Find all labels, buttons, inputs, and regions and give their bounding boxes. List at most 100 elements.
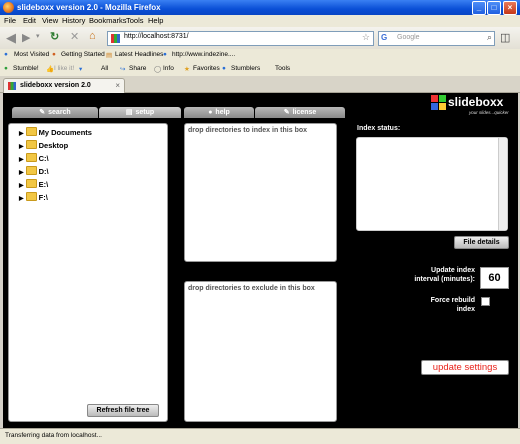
update-interval-label-line2: interval (minutes): bbox=[414, 276, 475, 283]
status-bar: Transferring data from localhost... bbox=[0, 428, 520, 444]
status-text: Transferring data from localhost... bbox=[5, 432, 102, 439]
folder-icon bbox=[25, 153, 37, 162]
like-button[interactable]: I like it! bbox=[54, 65, 74, 72]
menu-view[interactable]: View bbox=[42, 16, 58, 25]
key-icon: ✎ bbox=[283, 109, 290, 116]
folder-icon bbox=[25, 179, 37, 188]
logo-squares-icon bbox=[431, 95, 446, 110]
file-details-button[interactable]: File details bbox=[454, 236, 509, 249]
logo-tagline: your slides...quicker bbox=[469, 110, 509, 115]
search-placeholder: Google bbox=[397, 34, 420, 41]
menu-help[interactable]: Help bbox=[148, 16, 163, 25]
info-icon: ◯ bbox=[154, 66, 162, 73]
menu-bookmarks[interactable]: Bookmarks bbox=[89, 16, 127, 25]
stumbleupon-toolbar: ● Stumble! 👍 I like it! ▾ All ↪ Share ◯ … bbox=[0, 62, 520, 77]
share-icon: ↪ bbox=[120, 66, 126, 73]
stop-icon[interactable]: ✕ bbox=[70, 30, 79, 43]
toolbar-menu-icon[interactable]: ◫ bbox=[500, 31, 510, 44]
stumble-button[interactable]: Stumble! bbox=[13, 65, 39, 72]
tab-close-icon[interactable]: × bbox=[115, 81, 120, 90]
menu-file[interactable]: File bbox=[4, 16, 16, 25]
tree-item-d-drive[interactable]: ▶ D:\ bbox=[19, 166, 49, 176]
menu-history[interactable]: History bbox=[62, 16, 85, 25]
scrollbar[interactable] bbox=[498, 138, 507, 230]
tree-item-c-drive[interactable]: ▶ C:\ bbox=[19, 153, 49, 163]
favorites-button[interactable]: Favorites bbox=[193, 65, 220, 72]
favorites-icon: ★ bbox=[184, 66, 190, 73]
search-icon[interactable]: ⌕ bbox=[487, 32, 492, 43]
title-bar: slideboxx version 2.0 - Mozilla Firefox … bbox=[0, 0, 520, 15]
expand-arrow-icon[interactable]: ▶ bbox=[19, 144, 24, 150]
tree-item-e-drive[interactable]: ▶ E:\ bbox=[19, 179, 48, 189]
thumbs-up-icon: 👍 bbox=[46, 66, 55, 73]
bookmark-indezine[interactable]: http://www.indezine.... bbox=[172, 51, 235, 58]
bookmark-star-icon[interactable]: ☆ bbox=[362, 32, 370, 43]
tree-item-desktop[interactable]: ▶ Desktop bbox=[19, 140, 68, 150]
history-dropdown-icon[interactable]: ▾ bbox=[36, 32, 40, 40]
menu-tools[interactable]: Tools bbox=[126, 16, 144, 25]
bookmark-getting-started[interactable]: Getting Started bbox=[61, 51, 105, 58]
include-directories-dropzone[interactable]: drop directories to index in this box bbox=[184, 123, 337, 262]
bookmark-icon: ● bbox=[52, 51, 56, 58]
back-arrow-icon[interactable]: ◀ bbox=[6, 30, 16, 46]
stumble-icon: ● bbox=[4, 65, 8, 72]
update-interval-label: Update index bbox=[431, 267, 475, 274]
expand-arrow-icon[interactable]: ▶ bbox=[19, 157, 24, 163]
rss-icon: ▤ bbox=[106, 52, 113, 59]
window-title: slideboxx version 2.0 - Mozilla Firefox bbox=[17, 3, 161, 12]
info-button[interactable]: Info bbox=[163, 65, 174, 72]
google-icon: G bbox=[381, 33, 388, 42]
bookmark-latest-headlines[interactable]: Latest Headlines bbox=[115, 51, 163, 58]
tab-search[interactable]: ✎ search bbox=[12, 107, 98, 118]
tab-favicon bbox=[8, 82, 16, 90]
maximize-button[interactable]: □ bbox=[487, 1, 501, 15]
index-status-box[interactable] bbox=[356, 137, 508, 231]
bookmarks-toolbar: ● Most Visited ● Getting Started ▤ Lates… bbox=[0, 49, 520, 63]
stumblers-button[interactable]: Stumblers bbox=[231, 65, 260, 72]
folder-icon bbox=[25, 192, 37, 201]
globe-icon: ● bbox=[163, 51, 167, 58]
tree-item-my-documents[interactable]: ▶ My Documents bbox=[19, 127, 92, 137]
tab-title: slideboxx version 2.0 bbox=[20, 82, 91, 89]
expand-arrow-icon[interactable]: ▶ bbox=[19, 131, 24, 137]
url-field[interactable]: http://localhost:8731/ ☆ bbox=[107, 31, 374, 46]
force-rebuild-label-line2: index bbox=[456, 306, 475, 313]
bookmark-most-visited[interactable]: Most Visited bbox=[14, 51, 49, 58]
force-rebuild-label: Force rebuild bbox=[430, 297, 475, 304]
expand-arrow-icon[interactable]: ▶ bbox=[19, 196, 24, 202]
stumblers-icon: ● bbox=[222, 65, 226, 72]
update-settings-button[interactable]: update settings bbox=[421, 360, 509, 375]
search-field[interactable]: G Google ⌕ bbox=[378, 31, 495, 46]
tools-button[interactable]: Tools bbox=[275, 65, 290, 72]
home-icon[interactable]: ⌂ bbox=[89, 30, 96, 42]
url-text: http://localhost:8731/ bbox=[124, 33, 189, 40]
folder-icon bbox=[25, 140, 37, 149]
site-icon bbox=[111, 34, 120, 43]
slideboxx-logo: slideboxx your slides...quicker bbox=[431, 95, 511, 117]
forward-arrow-icon[interactable]: ▶ bbox=[22, 31, 30, 44]
refresh-file-tree-button[interactable]: Refresh file tree bbox=[87, 404, 159, 417]
force-rebuild-checkbox[interactable] bbox=[481, 297, 490, 306]
expand-arrow-icon[interactable]: ▶ bbox=[19, 170, 24, 176]
exclude-directories-dropzone[interactable]: drop directories to exclude in this box bbox=[184, 281, 337, 422]
share-button[interactable]: Share bbox=[129, 65, 146, 72]
browser-tab[interactable]: slideboxx version 2.0 × bbox=[3, 78, 125, 93]
file-tree-panel: ▶ My Documents ▶ Desktop ▶ C:\ ▶ D:\ ▶ E:\ ▶ F… bbox=[8, 123, 168, 422]
folder-icon bbox=[25, 127, 37, 136]
navigation-toolbar: ◀ ▶ ▾ ↻ ✕ ⌂ http://localhost:8731/ ☆ G G… bbox=[0, 27, 520, 50]
folder-icon bbox=[25, 166, 37, 175]
tab-setup[interactable]: ▤ setup bbox=[99, 107, 181, 118]
tree-item-f-drive[interactable]: ▶ F:\ bbox=[19, 192, 48, 202]
expand-arrow-icon[interactable]: ▶ bbox=[19, 183, 24, 189]
thumbs-down-icon[interactable]: ▾ bbox=[79, 65, 82, 73]
help-icon: ● bbox=[208, 109, 213, 116]
tab-help[interactable]: ● help bbox=[184, 107, 254, 118]
minimize-button[interactable]: _ bbox=[472, 1, 486, 15]
setup-icon: ▤ bbox=[125, 109, 133, 116]
all-dropdown[interactable]: All bbox=[101, 65, 108, 72]
update-interval-input[interactable]: 60 bbox=[480, 267, 509, 289]
tab-license[interactable]: ✎ license bbox=[255, 107, 345, 118]
close-button[interactable]: × bbox=[503, 1, 517, 15]
reload-icon[interactable]: ↻ bbox=[50, 30, 59, 43]
menu-edit[interactable]: Edit bbox=[23, 16, 36, 25]
